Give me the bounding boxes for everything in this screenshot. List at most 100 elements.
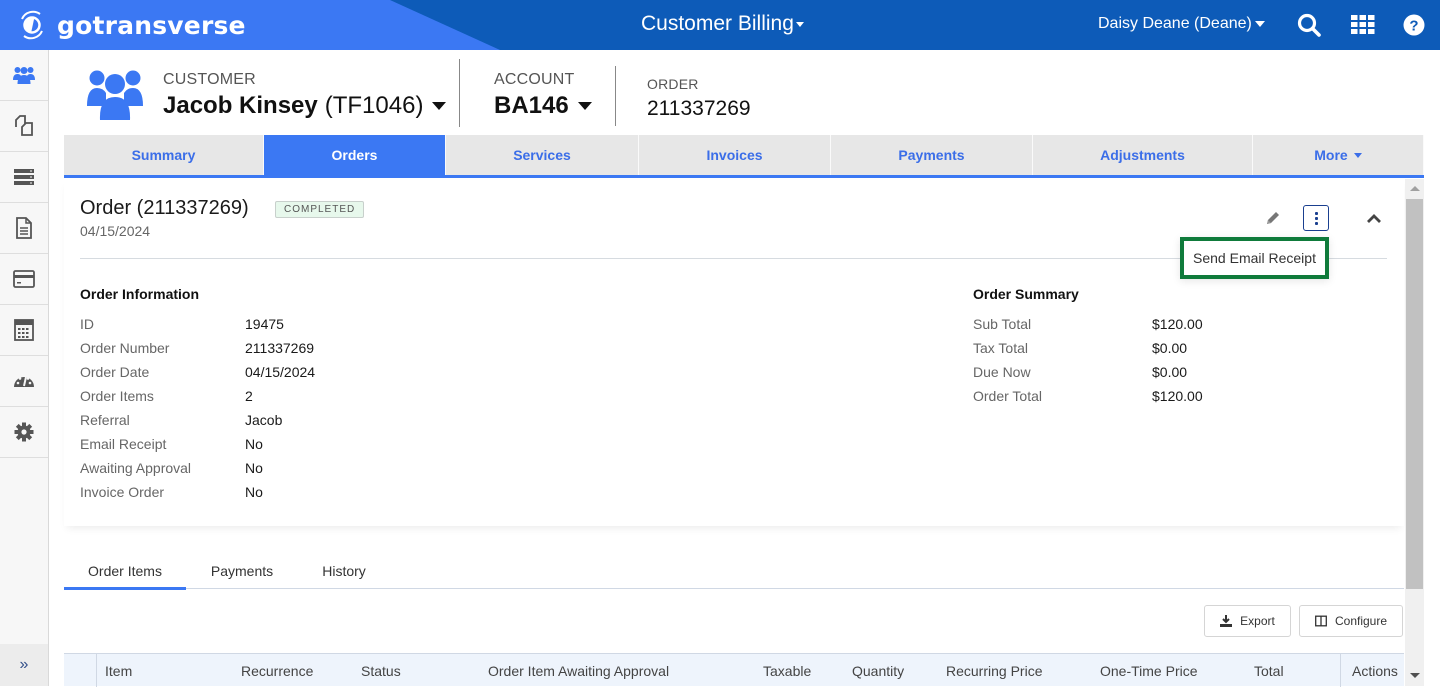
column-header-status[interactable]: Status	[361, 654, 488, 687]
column-header-actions[interactable]: Actions	[1340, 654, 1404, 687]
info-value: No	[245, 436, 263, 452]
tab-summary[interactable]: Summary	[64, 135, 264, 175]
copy-icon	[15, 115, 33, 136]
summary-label: Due Now	[973, 364, 1031, 380]
apps-grid-icon[interactable]	[1350, 12, 1376, 38]
brand-name: gotransverse	[57, 10, 246, 40]
order-label: ORDER	[647, 76, 699, 92]
kebab-dot	[1314, 216, 1318, 220]
gotransverse-logo-icon	[21, 10, 43, 40]
send-email-receipt-menu-item[interactable]: Send Email Receipt	[1180, 237, 1329, 279]
credit-card-icon	[13, 270, 35, 288]
order-title: Order (211337269)	[80, 197, 249, 219]
order-card: Order (211337269) COMPLETED 04/15/2024 O…	[64, 179, 1404, 526]
configure-label: Configure	[1334, 614, 1388, 628]
summary-row-due-now: Due Now $0.00	[973, 360, 1273, 384]
chevron-up-icon[interactable]	[1366, 212, 1382, 224]
divider	[459, 59, 460, 127]
sidebar-item-documents[interactable]	[0, 203, 48, 254]
summary-value: $0.00	[1152, 340, 1188, 356]
info-value: 2	[245, 388, 253, 404]
tab-payments[interactable]: Payments	[831, 135, 1033, 175]
pencil-icon[interactable]	[1265, 210, 1281, 226]
scroll-down-arrow-icon[interactable]	[1410, 673, 1420, 678]
tab-more[interactable]: More	[1253, 135, 1424, 175]
caret-down-icon	[1254, 21, 1265, 27]
column-header-taxable[interactable]: Taxable	[763, 654, 852, 687]
column-header-total[interactable]: Total	[1254, 654, 1340, 687]
download-icon	[1220, 615, 1233, 627]
subtab-history[interactable]: History	[298, 553, 390, 589]
info-row-referral: Referral Jacob	[80, 408, 480, 432]
caret-down-icon	[1353, 152, 1362, 158]
info-row-order-items: Order Items 2	[80, 384, 480, 408]
sidebar-item-payments[interactable]	[0, 254, 48, 305]
speedometer-icon	[14, 376, 34, 387]
page-scrollbar[interactable]	[1405, 179, 1424, 686]
info-label: Invoice Order	[80, 484, 165, 500]
configure-button[interactable]: Configure	[1299, 605, 1403, 637]
info-row-awaiting-approval: Awaiting Approval No	[80, 456, 480, 480]
sidebar: »	[0, 50, 49, 686]
column-header-select[interactable]	[64, 654, 97, 687]
sidebar-item-services[interactable]	[0, 152, 48, 203]
tab-invoices[interactable]: Invoices	[639, 135, 831, 175]
main-tabs: Summary Orders Services Invoices Payment…	[64, 135, 1424, 175]
tab-services[interactable]: Services	[446, 135, 639, 175]
subtab-order-items[interactable]: Order Items	[64, 553, 186, 590]
column-header-item[interactable]: Item	[97, 654, 241, 687]
help-icon[interactable]: ?	[1402, 12, 1428, 38]
info-row-order-number: Order Number 211337269	[80, 336, 480, 360]
caret-down-icon[interactable]	[432, 102, 447, 110]
column-header-one-time-price[interactable]: One-Time Price	[1100, 654, 1254, 687]
tab-adjustments[interactable]: Adjustments	[1033, 135, 1253, 175]
search-icon[interactable]	[1296, 12, 1322, 38]
export-button[interactable]: Export	[1204, 605, 1291, 637]
summary-label: Sub Total	[973, 316, 1032, 332]
app-switcher-dropdown[interactable]: Customer Billing	[641, 12, 804, 36]
summary-value: $0.00	[1152, 364, 1188, 380]
column-header-recurrence[interactable]: Recurrence	[241, 654, 361, 687]
user-name: Daisy Deane (Deane)	[1098, 15, 1252, 32]
summary-label: Order Total	[973, 388, 1042, 404]
account-selector[interactable]: BA146	[494, 92, 592, 120]
customer-selector[interactable]: Jacob Kinsey (TF1046)	[163, 92, 447, 120]
customer-label: CUSTOMER	[163, 71, 256, 88]
more-actions-button[interactable]	[1303, 205, 1329, 231]
info-label: Referral	[80, 412, 130, 428]
tab-orders[interactable]: Orders	[264, 135, 446, 175]
scroll-up-arrow-icon[interactable]	[1410, 186, 1420, 191]
account-context: ACCOUNT BA146	[494, 71, 592, 120]
order-summary-list: Sub Total $120.00 Tax Total $0.00 Due Now $…	[973, 312, 1273, 408]
app-switcher-label: Customer Billing	[641, 12, 794, 35]
sidebar-item-calculator[interactable]	[0, 305, 48, 356]
subtab-payments[interactable]: Payments	[186, 553, 298, 589]
kebab-dot	[1314, 211, 1318, 215]
info-label: Email Receipt	[80, 436, 167, 452]
brand-logo-link[interactable]: gotransverse	[16, 9, 246, 41]
summary-value: $120.00	[1152, 316, 1203, 332]
customer-name: Jacob Kinsey	[163, 92, 318, 119]
summary-value: $120.00	[1152, 388, 1203, 404]
sidebar-item-customers[interactable]	[0, 50, 48, 101]
gear-icon	[14, 422, 34, 442]
info-value: Jacob	[245, 412, 283, 428]
tabs-underline	[64, 175, 1424, 178]
info-row-invoice-order: Invoice Order No	[80, 480, 480, 504]
scrollbar-thumb[interactable]	[1406, 199, 1423, 589]
column-header-order-item-awaiting-approval[interactable]: Order Item Awaiting Approval	[488, 654, 763, 687]
caret-down-icon[interactable]	[577, 102, 592, 110]
divider	[615, 66, 616, 126]
info-value: 19475	[245, 316, 284, 332]
sidebar-item-settings[interactable]	[0, 407, 48, 458]
sidebar-expand-button[interactable]: »	[0, 644, 48, 686]
info-label: Awaiting Approval	[80, 460, 192, 476]
column-header-quantity[interactable]: Quantity	[852, 654, 946, 687]
document-icon	[16, 217, 32, 239]
sidebar-item-dashboard[interactable]	[0, 356, 48, 407]
status-badge: COMPLETED	[275, 201, 365, 218]
user-menu-dropdown[interactable]: Daisy Deane (Deane)	[1098, 15, 1265, 33]
kebab-dot	[1314, 221, 1318, 225]
column-header-recurring-price[interactable]: Recurring Price	[946, 654, 1100, 687]
sidebar-item-catalog[interactable]	[0, 101, 48, 152]
